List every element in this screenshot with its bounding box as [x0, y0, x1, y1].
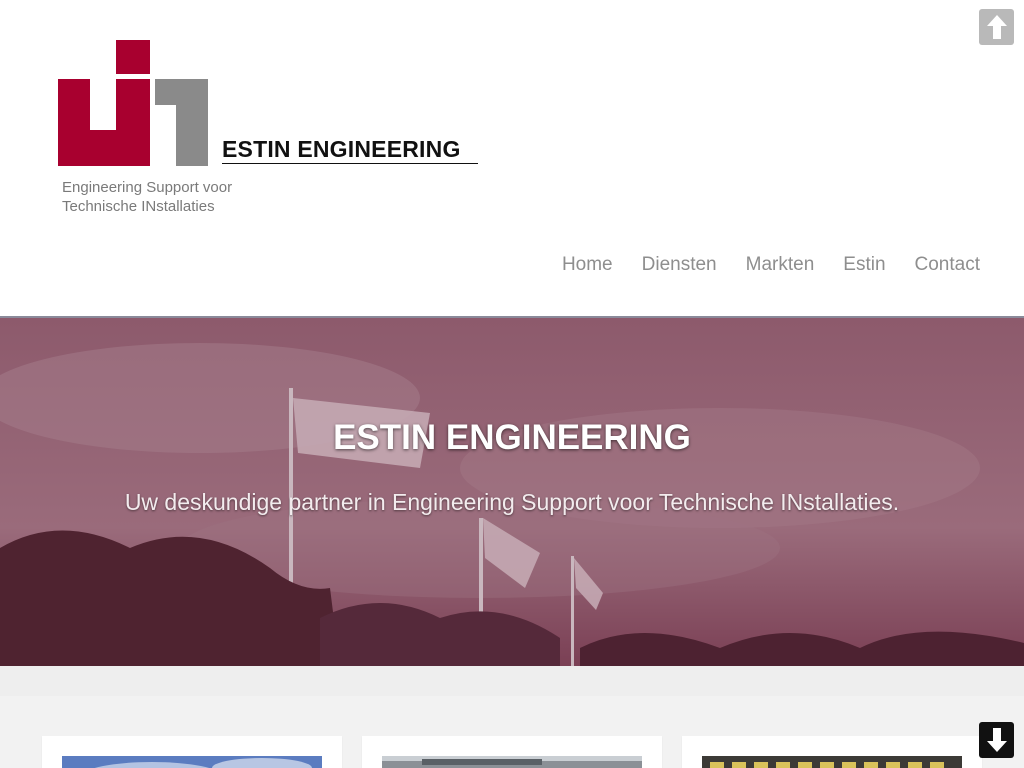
service-card-2[interactable]	[362, 736, 662, 768]
logo-title: ESTIN ENGINEERING	[222, 136, 461, 162]
nav-item-contact[interactable]: Contact	[915, 254, 980, 276]
card-image-building	[702, 756, 962, 768]
hero-title: ESTIN ENGINEERING	[333, 418, 691, 457]
service-card-3[interactable]	[682, 736, 982, 768]
logo[interactable]: ESTIN ENGINEERING Engineering Support vo…	[58, 38, 478, 218]
card-image-sky	[62, 756, 322, 768]
service-card-1[interactable]	[42, 736, 342, 768]
arrow-down-icon	[986, 728, 1007, 752]
card-image-landscape	[382, 756, 642, 768]
scroll-up-button[interactable]	[979, 9, 1014, 45]
scroll-down-button[interactable]	[979, 722, 1014, 758]
logo-tagline: Engineering Support voor Technische INst…	[62, 178, 232, 216]
logo-tagline-line1: Engineering Support voor	[62, 179, 233, 196]
hero-banner: ESTIN ENGINEERING Uw deskundige partner …	[0, 316, 1024, 666]
site-header: ESTIN ENGINEERING Engineering Support vo…	[0, 0, 1024, 315]
main-nav: Home Diensten Markten Estin Contact	[562, 254, 980, 276]
hero-subtitle: Uw deskundige partner in Engineering Sup…	[124, 489, 900, 515]
nav-item-diensten[interactable]: Diensten	[642, 254, 717, 276]
nav-item-home[interactable]: Home	[562, 254, 613, 276]
services-section	[0, 666, 1024, 768]
nav-item-markten[interactable]: Markten	[746, 254, 815, 276]
logo-mark-icon	[58, 40, 208, 166]
nav-item-estin[interactable]: Estin	[843, 254, 885, 276]
logo-tagline-line2: Technische INstallaties	[62, 198, 215, 215]
arrow-up-icon	[986, 15, 1007, 39]
logo-underline	[222, 163, 478, 164]
